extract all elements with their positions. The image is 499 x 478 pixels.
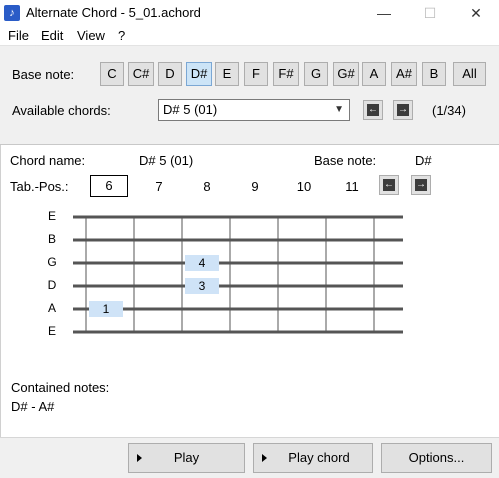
- finger-marker: 1: [89, 301, 123, 317]
- base-note-all-button[interactable]: All: [453, 62, 486, 86]
- chevron-down-icon: ▼: [334, 104, 344, 115]
- base-note-label: Base note:: [12, 67, 75, 82]
- base-note-button-c-sharp[interactable]: C#: [128, 62, 154, 86]
- available-chords-label: Available chords:: [12, 103, 111, 118]
- minimize-button[interactable]: —: [361, 0, 407, 26]
- options-button[interactable]: Options...: [381, 443, 492, 473]
- play-chord-button[interactable]: Play chord: [253, 443, 373, 473]
- base-note-button-f-sharp[interactable]: F#: [273, 62, 299, 86]
- next-chord-button[interactable]: →: [393, 100, 413, 120]
- available-chords-dropdown[interactable]: D# 5 (01) ▼: [158, 99, 350, 121]
- base-note-button-g[interactable]: G: [304, 62, 328, 86]
- arrow-left-icon: ←: [368, 104, 378, 115]
- contained-notes-value: D# - A#: [11, 399, 55, 414]
- finger-marker: 3: [185, 278, 219, 294]
- app-icon: ♪: [4, 5, 20, 21]
- tab-position-right-button[interactable]: →: [411, 175, 431, 195]
- menu-file[interactable]: File: [8, 28, 29, 43]
- base-note-button-f[interactable]: F: [244, 62, 268, 86]
- arrow-left-icon: ←: [384, 179, 394, 190]
- close-button[interactable]: ✕: [453, 0, 499, 26]
- menu-view[interactable]: View: [77, 28, 105, 43]
- maximize-button[interactable]: ☐: [407, 0, 453, 26]
- selected-chord-value: D# 5 (01): [163, 102, 218, 117]
- finger-marker: 4: [185, 255, 219, 271]
- base-note-button-a-sharp[interactable]: A#: [391, 62, 417, 86]
- play-button-label: Play: [173, 450, 200, 465]
- base-note-button-c[interactable]: C: [100, 62, 124, 86]
- title-bar: ♪ Alternate Chord - 5_01.achord — ☐ ✕: [0, 0, 499, 26]
- contained-notes-label: Contained notes:: [11, 380, 110, 395]
- previous-chord-button[interactable]: ←: [363, 100, 383, 120]
- base-note-button-d-sharp[interactable]: D#: [186, 62, 212, 86]
- base-note-button-e[interactable]: E: [215, 62, 239, 86]
- base-note-button-a[interactable]: A: [362, 62, 386, 86]
- play-chord-button-label: Play chord: [288, 450, 350, 465]
- menu-edit[interactable]: Edit: [41, 28, 63, 43]
- chord-diagram-area: Chord name: D# 5 (01) Base note: D# Tab.…: [0, 145, 499, 437]
- bottom-toolbar: Play Play chord Options...: [0, 437, 499, 478]
- base-note-button-b[interactable]: B: [422, 62, 446, 86]
- options-button-label: Options...: [408, 450, 465, 465]
- base-note-button-d[interactable]: D: [158, 62, 182, 86]
- menu-help[interactable]: ?: [118, 28, 125, 43]
- chord-selector-panel: Base note: C C# D D# E F F# G G# A A# B All Availabl…: [0, 45, 499, 145]
- tab-position-left-button[interactable]: ←: [379, 175, 399, 195]
- play-button[interactable]: Play: [128, 443, 245, 473]
- chord-counter: (1/34): [432, 103, 466, 118]
- arrow-right-icon: →: [416, 179, 426, 190]
- window-title: Alternate Chord - 5_01.achord: [26, 5, 201, 20]
- base-note-button-g-sharp[interactable]: G#: [333, 62, 359, 86]
- arrow-right-icon: →: [398, 104, 408, 115]
- menu-bar: File Edit View ?: [0, 26, 499, 45]
